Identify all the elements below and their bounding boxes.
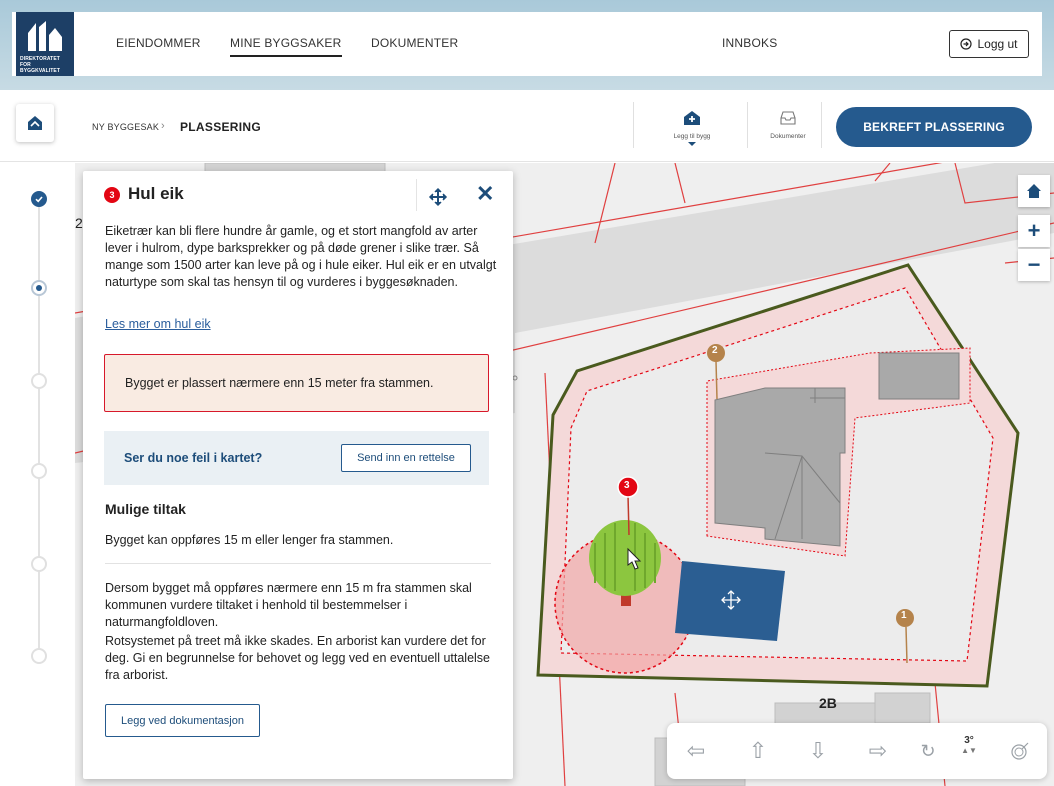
arrow-right-icon: ⇨	[868, 738, 888, 763]
compass-button[interactable]	[1005, 737, 1035, 765]
top-navbar: DIREKTORATET FOR BYGGKVALITET EIENDOMMER…	[12, 12, 1042, 76]
breadcrumb-parent[interactable]: NY BYGGESAK	[92, 122, 159, 132]
caret-down-icon	[688, 142, 696, 146]
warning-box: Bygget er plassert nærmere enn 15 meter …	[104, 354, 489, 412]
toolbar-divider	[821, 102, 822, 148]
home-icon	[1027, 184, 1041, 198]
top-header: DIREKTORATET FOR BYGGKVALITET EIENDOMMER…	[0, 0, 1054, 90]
documents-label: Dokumenter	[770, 133, 806, 140]
step-4[interactable]	[31, 463, 47, 479]
map-navigation-pad: ⇦ ⇧ ⇩ ⇨ ↻ 3° ▲▼	[667, 723, 1047, 779]
panel-title: Hul eik	[128, 184, 184, 203]
step-1-complete[interactable]	[31, 191, 47, 207]
add-building-icon	[684, 111, 700, 125]
inbox-tray-icon	[780, 111, 796, 125]
compass-icon	[1011, 742, 1029, 760]
nav-dokumenter[interactable]: DOKUMENTER	[371, 36, 458, 50]
house-icon	[28, 116, 42, 130]
panel-header-divider	[416, 179, 417, 211]
pan-down-button[interactable]: ⇩	[803, 737, 833, 765]
step-3[interactable]	[31, 373, 47, 389]
hazard-info-panel: 3 Hul eik ✕ Eiketrær kan bli flere hundr…	[83, 171, 513, 779]
arrow-down-icon: ⇩	[808, 738, 828, 763]
arrow-left-icon: ⇦	[686, 738, 706, 763]
arrow-up-icon: ⇧	[748, 738, 768, 763]
marker-1-label: 1	[901, 610, 907, 621]
nav-mine-byggsaker[interactable]: MINE BYGGSAKER	[230, 36, 342, 57]
tilt-value: 3°	[964, 735, 974, 746]
pan-up-button[interactable]: ⇧	[743, 737, 773, 765]
dibk-logo[interactable]: DIREKTORATET FOR BYGGKVALITET	[16, 12, 74, 76]
attach-documentation-button[interactable]: Legg ved dokumentasjon	[105, 704, 260, 737]
panel-description: Eiketrær kan bli flere hundre år gamle, …	[105, 224, 497, 289]
logo-mark-icon	[28, 21, 62, 51]
marker-3-label: 3	[624, 480, 630, 491]
add-building-tool[interactable]: Legg til bygg	[662, 110, 722, 146]
move-arrows-icon	[428, 187, 448, 207]
report-question: Ser du noe feil i kartet?	[124, 451, 263, 465]
pan-right-button[interactable]: ⇨	[863, 737, 893, 765]
rotate-button[interactable]: ↻	[913, 737, 943, 765]
documents-tool[interactable]: Dokumenter	[758, 110, 818, 140]
breadcrumb-current: PLASSERING	[180, 120, 262, 134]
check-icon	[35, 196, 43, 203]
toolbar-divider	[633, 102, 634, 148]
nav-eiendommer[interactable]: EIENDOMMER	[116, 36, 201, 50]
map-home-button[interactable]	[1018, 175, 1050, 207]
address-number-label: 2B	[819, 695, 837, 711]
confirm-placement-button[interactable]: BEKREFT PLASSERING	[836, 107, 1032, 147]
zoom-out-button[interactable]: −	[1018, 249, 1050, 281]
step-6[interactable]	[31, 648, 47, 664]
toolbar-divider	[747, 102, 748, 148]
logout-button[interactable]: Logg ut	[949, 30, 1029, 58]
step-2-current[interactable]	[31, 280, 47, 296]
measures-heading: Mulige tiltak	[105, 501, 186, 517]
stepper-line	[38, 206, 40, 656]
pan-left-button[interactable]: ⇦	[681, 737, 711, 765]
add-building-label: Legg til bygg	[673, 133, 711, 140]
send-correction-button[interactable]: Send inn en rettelse	[341, 444, 471, 472]
panel-badge: 3	[104, 187, 120, 203]
planned-building[interactable]	[675, 561, 785, 641]
rotate-icon: ↻	[920, 741, 936, 761]
close-icon: ✕	[476, 181, 495, 206]
move-panel-button[interactable]	[426, 185, 450, 209]
measures-divider	[105, 563, 491, 564]
zoom-in-icon: +	[1027, 218, 1041, 243]
close-panel-button[interactable]: ✕	[476, 181, 494, 207]
zoom-out-icon: −	[1027, 252, 1041, 277]
marker-2-label: 2	[712, 345, 718, 356]
nav-innboks[interactable]: INNBOKS	[722, 36, 777, 50]
breadcrumb-separator: ›	[161, 120, 165, 132]
measure-text-1: Bygget kan oppføres 15 m eller lenger fr…	[105, 533, 394, 547]
tilt-control[interactable]: 3° ▲▼	[957, 735, 981, 755]
measure-text-3: Rotsystemet på treet må ikke skades. En …	[105, 634, 490, 682]
step-5[interactable]	[31, 556, 47, 572]
map-side-label: 2	[75, 215, 83, 231]
tilt-arrows-icon[interactable]: ▲▼	[957, 746, 981, 755]
case-toolbar: NY BYGGESAK › PLASSERING Legg til bygg D…	[0, 90, 1054, 162]
warning-text: Bygget er plassert nærmere enn 15 meter …	[125, 376, 434, 390]
logout-icon	[960, 38, 973, 50]
logo-text: DIREKTORATET FOR BYGGKVALITET	[20, 56, 60, 74]
report-error-box: Ser du noe feil i kartet? Send inn en re…	[104, 431, 489, 485]
logout-label: Logg ut	[977, 37, 1018, 51]
read-more-link[interactable]: Les mer om hul eik	[105, 317, 211, 331]
measure-text-2: Dersom bygget må oppføres nærmere enn 15…	[105, 581, 472, 629]
case-home-button[interactable]	[16, 104, 54, 142]
zoom-in-button[interactable]: +	[1018, 215, 1050, 247]
